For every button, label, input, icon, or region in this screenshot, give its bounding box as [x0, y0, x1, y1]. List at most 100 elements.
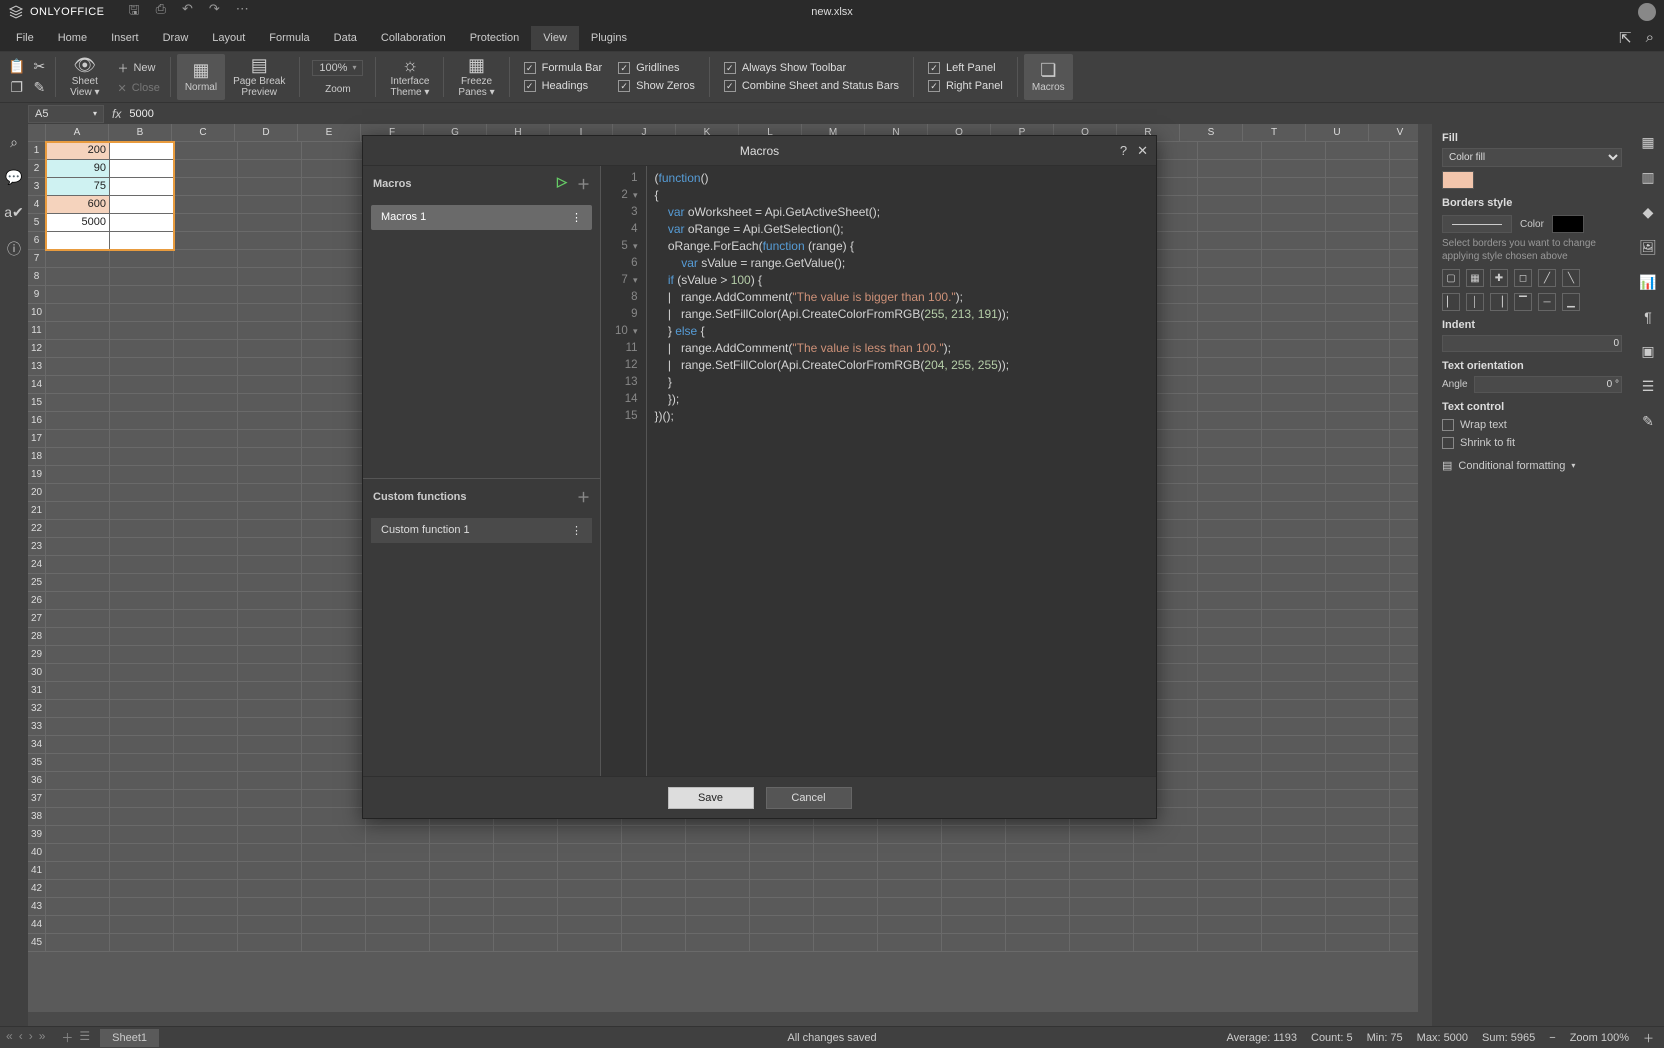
cell-Q40[interactable]	[1070, 844, 1134, 862]
cell-Q43[interactable]	[1070, 898, 1134, 916]
row-head-45[interactable]: 45	[28, 934, 46, 952]
row-head-18[interactable]: 18	[28, 448, 46, 466]
cell-D17[interactable]	[238, 430, 302, 448]
cell-T36[interactable]	[1262, 772, 1326, 790]
table-settings-icon[interactable]: ▥	[1641, 169, 1654, 186]
chk-combine-bars[interactable]: ✓Combine Sheet and Status Bars	[724, 80, 899, 92]
cell-T23[interactable]	[1262, 538, 1326, 556]
cell-S15[interactable]	[1198, 394, 1262, 412]
cell-E24[interactable]	[302, 556, 366, 574]
cell-A22[interactable]	[46, 520, 110, 538]
row-head-30[interactable]: 30	[28, 664, 46, 682]
cell-S17[interactable]	[1198, 430, 1262, 448]
format-painter-icon[interactable]: ✎	[33, 79, 45, 96]
cell-C2[interactable]	[174, 160, 238, 178]
cell-Q45[interactable]	[1070, 934, 1134, 952]
row-head-9[interactable]: 9	[28, 286, 46, 304]
row-head-29[interactable]: 29	[28, 646, 46, 664]
cell-U1[interactable]	[1326, 142, 1390, 160]
cell-B38[interactable]	[110, 808, 174, 826]
cell-G43[interactable]	[430, 898, 494, 916]
row-head-19[interactable]: 19	[28, 466, 46, 484]
cell-C11[interactable]	[174, 322, 238, 340]
cell-P41[interactable]	[1006, 862, 1070, 880]
cell-D36[interactable]	[238, 772, 302, 790]
cell-U20[interactable]	[1326, 484, 1390, 502]
cell-T17[interactable]	[1262, 430, 1326, 448]
cell-E30[interactable]	[302, 664, 366, 682]
cell-reference-input[interactable]: A5▾	[28, 105, 104, 123]
interface-theme-button[interactable]: ☼ Interface Theme ▾	[382, 54, 437, 100]
cell-C17[interactable]	[174, 430, 238, 448]
cell-A29[interactable]	[46, 646, 110, 664]
row-head-27[interactable]: 27	[28, 610, 46, 628]
cell-S42[interactable]	[1198, 880, 1262, 898]
cell-B44[interactable]	[110, 916, 174, 934]
cell-U16[interactable]	[1326, 412, 1390, 430]
cell-S5[interactable]	[1198, 214, 1262, 232]
cell-E35[interactable]	[302, 754, 366, 772]
cell-T32[interactable]	[1262, 700, 1326, 718]
cell-B13[interactable]	[110, 358, 174, 376]
cell-T25[interactable]	[1262, 574, 1326, 592]
cell-E11[interactable]	[302, 322, 366, 340]
cell-B32[interactable]	[110, 700, 174, 718]
cell-C10[interactable]	[174, 304, 238, 322]
cell-S29[interactable]	[1198, 646, 1262, 664]
tab-draw[interactable]: Draw	[151, 26, 201, 50]
cell-S13[interactable]	[1198, 358, 1262, 376]
cell-U32[interactable]	[1326, 700, 1390, 718]
cell-B12[interactable]	[110, 340, 174, 358]
cell-B16[interactable]	[110, 412, 174, 430]
cell-P44[interactable]	[1006, 916, 1070, 934]
cell-D8[interactable]	[238, 268, 302, 286]
spellcheck-icon[interactable]: a✔	[4, 204, 24, 221]
row-head-31[interactable]: 31	[28, 682, 46, 700]
cell-B6[interactable]	[110, 232, 174, 250]
cell-A7[interactable]	[46, 250, 110, 268]
cell-T38[interactable]	[1262, 808, 1326, 826]
cell-J45[interactable]	[622, 934, 686, 952]
cell-E41[interactable]	[302, 862, 366, 880]
cell-J40[interactable]	[622, 844, 686, 862]
slicer-settings-icon[interactable]: ☰	[1642, 378, 1655, 395]
cell-B11[interactable]	[110, 322, 174, 340]
cell-C36[interactable]	[174, 772, 238, 790]
editor-code[interactable]: (function() { var oWorksheet = Api.GetAc…	[647, 166, 1010, 776]
cell-settings-icon[interactable]: ▦	[1641, 134, 1654, 151]
cell-O41[interactable]	[942, 862, 1006, 880]
cell-E43[interactable]	[302, 898, 366, 916]
chk-show-zeros[interactable]: ✓Show Zeros	[618, 80, 695, 92]
cell-E12[interactable]	[302, 340, 366, 358]
normal-view-button[interactable]: ▦ Normal	[177, 54, 225, 100]
cell-D19[interactable]	[238, 466, 302, 484]
cell-E14[interactable]	[302, 376, 366, 394]
cell-C22[interactable]	[174, 520, 238, 538]
cell-A35[interactable]	[46, 754, 110, 772]
row-head-35[interactable]: 35	[28, 754, 46, 772]
cell-L42[interactable]	[750, 880, 814, 898]
cell-R44[interactable]	[1134, 916, 1198, 934]
cut-icon[interactable]: ✂	[33, 58, 45, 75]
row-head-17[interactable]: 17	[28, 430, 46, 448]
sheet-list-icon[interactable]: ☰	[79, 1029, 90, 1046]
cell-I40[interactable]	[558, 844, 622, 862]
cell-D43[interactable]	[238, 898, 302, 916]
cell-H45[interactable]	[494, 934, 558, 952]
cell-U40[interactable]	[1326, 844, 1390, 862]
fill-type-select[interactable]: Color fill	[1442, 148, 1622, 167]
cell-B26[interactable]	[110, 592, 174, 610]
tab-layout[interactable]: Layout	[200, 26, 257, 50]
conditional-formatting-button[interactable]: ▤ Conditional formatting ▾	[1442, 459, 1622, 472]
cell-T3[interactable]	[1262, 178, 1326, 196]
cell-T34[interactable]	[1262, 736, 1326, 754]
sheet-prev-icon[interactable]: ‹	[19, 1029, 23, 1046]
tab-plugins[interactable]: Plugins	[579, 26, 639, 50]
cell-A9[interactable]	[46, 286, 110, 304]
border-color-swatch[interactable]	[1552, 215, 1584, 233]
cell-D18[interactable]	[238, 448, 302, 466]
cell-T33[interactable]	[1262, 718, 1326, 736]
cell-B41[interactable]	[110, 862, 174, 880]
cell-S32[interactable]	[1198, 700, 1262, 718]
cell-U43[interactable]	[1326, 898, 1390, 916]
